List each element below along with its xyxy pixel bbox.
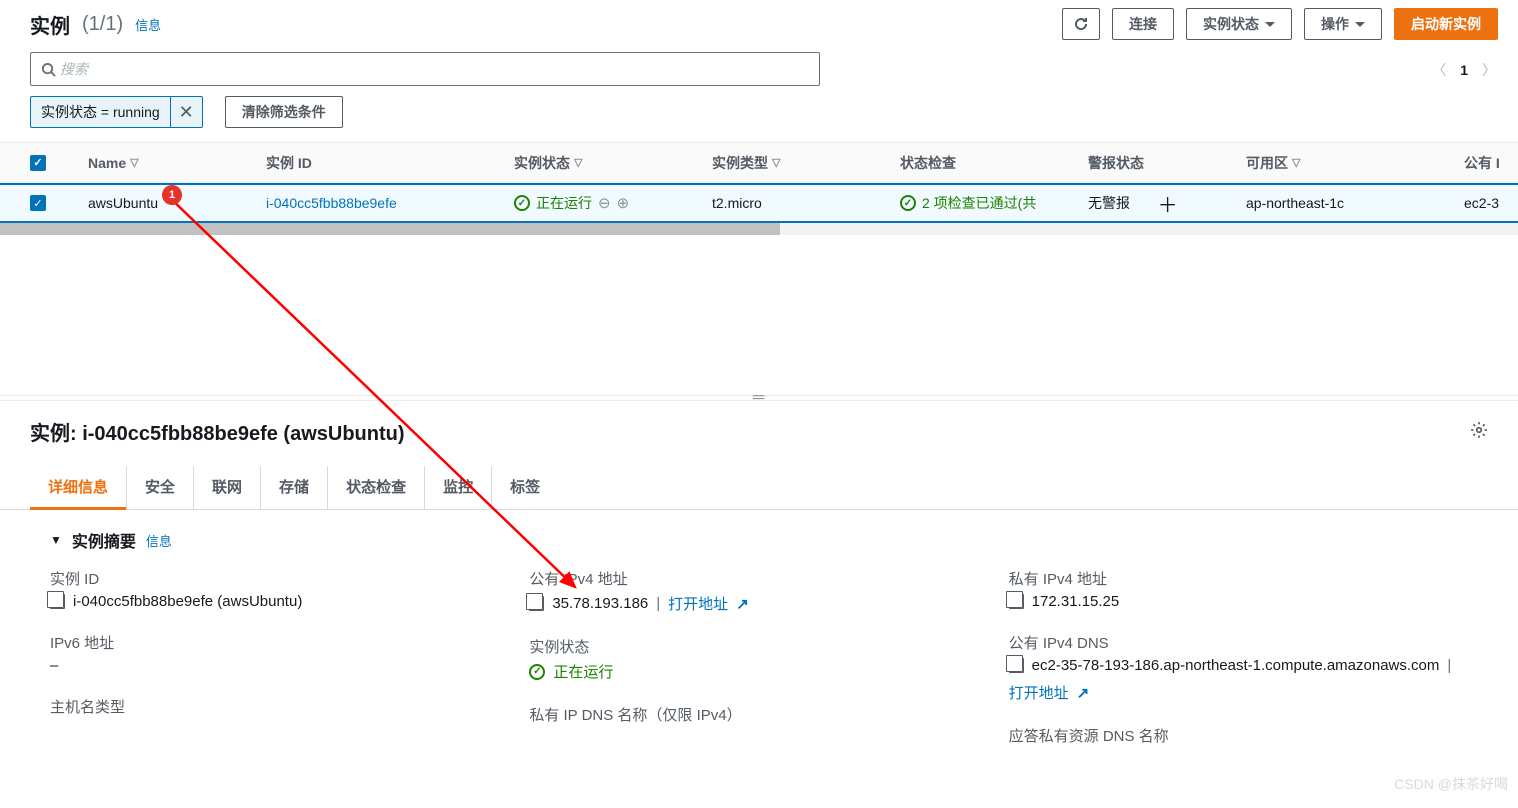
label-public-ipv4: 公有 IPv4 地址 xyxy=(529,568,988,589)
clear-filters-button[interactable]: 清除筛选条件 xyxy=(225,96,343,128)
col-type[interactable]: 实例类型▽ xyxy=(712,153,900,173)
label-public-dns: 公有 IPv4 DNS xyxy=(1009,632,1468,653)
open-address-link[interactable]: 打开地址 xyxy=(668,593,728,614)
copy-icon[interactable] xyxy=(50,594,65,609)
label-private-dns: 私有 IP DNS 名称（仅限 IPv4） xyxy=(529,704,988,725)
horizontal-scrollbar[interactable] xyxy=(0,223,1518,235)
col-status-check[interactable]: 状态检查 xyxy=(900,153,1088,173)
zoom-in-icon[interactable]: ⊕ xyxy=(617,194,630,212)
filter-chip-text: 实例状态 = running xyxy=(31,97,171,127)
detail-tabs: 详细信息 安全 联网 存储 状态检查 监控 标签 xyxy=(0,466,1518,510)
tab-storage[interactable]: 存储 xyxy=(260,466,327,509)
row-checkbox[interactable]: ✓ xyxy=(30,195,46,211)
label-ipv6: IPv6 地址 xyxy=(50,632,509,653)
copy-icon[interactable] xyxy=(529,596,544,611)
external-link-icon: ↗ xyxy=(736,595,749,613)
cell-state: 正在运行 xyxy=(536,193,592,213)
status-ok-icon: ✓ xyxy=(529,664,545,680)
caret-down-icon xyxy=(1355,22,1365,27)
col-alarm[interactable]: 警报状态 xyxy=(1088,153,1246,173)
tab-tags[interactable]: 标签 xyxy=(491,466,558,509)
external-link-icon: ↗ xyxy=(1077,684,1090,702)
select-all-checkbox[interactable]: ✓ xyxy=(30,155,46,171)
col-state[interactable]: 实例状态▽ xyxy=(514,153,712,173)
actions-menu[interactable]: 操作 xyxy=(1304,8,1382,40)
col-name[interactable]: Name▽ xyxy=(88,155,266,171)
detail-title: 实例: i-040cc5fbb88be9efe (awsUbuntu) xyxy=(30,417,405,446)
cell-alarm: 无警报 xyxy=(1088,193,1130,213)
watermark: CSDN @抹茶好喝 xyxy=(1394,774,1508,794)
annotation-badge: 1 xyxy=(162,185,182,205)
grip-icon: ═ xyxy=(753,389,765,407)
label-instance-id: 实例 ID xyxy=(50,568,509,589)
settings-icon[interactable] xyxy=(1470,421,1488,442)
add-alarm-icon[interactable]: ＋ xyxy=(1158,189,1178,218)
value-instance-id: i-040cc5fbb88be9efe (awsUbuntu) xyxy=(73,593,302,610)
connect-button[interactable]: 连接 xyxy=(1112,8,1174,40)
status-ok-icon: ✓ xyxy=(900,195,916,211)
tab-details[interactable]: 详细信息 xyxy=(30,466,126,510)
col-public[interactable]: 公有 I xyxy=(1464,153,1518,173)
tab-monitoring[interactable]: 监控 xyxy=(424,466,491,509)
status-ok-icon: ✓ xyxy=(514,195,530,211)
value-private-ipv4: 172.31.15.25 xyxy=(1032,593,1120,610)
tab-security[interactable]: 安全 xyxy=(126,466,193,509)
summary-heading: 实例摘要 xyxy=(72,528,136,552)
page-title: 实例 xyxy=(30,10,70,39)
prev-page[interactable]: 〈 xyxy=(1432,60,1446,80)
cell-instance-id[interactable]: i-040cc5fbb88be9efe xyxy=(266,195,397,211)
instance-count: (1/1) xyxy=(82,13,123,36)
refresh-button[interactable] xyxy=(1062,8,1100,40)
table-header: ✓ Name▽ 实例 ID 实例状态▽ 实例类型▽ 状态检查 警报状态 可用区▽… xyxy=(0,143,1518,183)
launch-instance-button[interactable]: 启动新实例 xyxy=(1394,8,1498,40)
page-number: 1 xyxy=(1460,62,1468,78)
filter-chip[interactable]: 实例状态 = running ✕ xyxy=(30,96,203,128)
next-page[interactable]: 〉 xyxy=(1482,60,1496,80)
copy-icon[interactable] xyxy=(1009,594,1024,609)
search-box[interactable] xyxy=(30,52,820,86)
value-state: 正在运行 xyxy=(553,661,613,682)
col-az[interactable]: 可用区▽ xyxy=(1246,153,1464,173)
caret-down-icon xyxy=(1265,22,1275,27)
label-hostname-type: 主机名类型 xyxy=(50,696,509,717)
table-row[interactable]: ✓ awsUbuntu i-040cc5fbb88be9efe ✓ 正在运行 ⊖… xyxy=(0,183,1518,223)
collapse-icon[interactable]: ▼ xyxy=(50,533,62,547)
value-ipv6: – xyxy=(50,657,509,674)
label-state: 实例状态 xyxy=(529,636,988,657)
value-public-ipv4: 35.78.193.186 xyxy=(552,595,648,612)
cell-type: t2.micro xyxy=(712,195,900,211)
search-input[interactable] xyxy=(60,61,809,77)
label-private-ipv4: 私有 IPv4 地址 xyxy=(1009,568,1468,589)
cell-public: ec2-3 xyxy=(1464,195,1518,211)
info-link[interactable]: 信息 xyxy=(135,15,161,34)
tab-status-checks[interactable]: 状态检查 xyxy=(327,466,424,509)
value-public-dns: ec2-35-78-193-186.ap-northeast-1.compute… xyxy=(1032,657,1440,674)
pager: 〈 1 〉 xyxy=(1432,60,1496,80)
remove-filter-icon[interactable]: ✕ xyxy=(171,102,202,123)
cell-az: ap-northeast-1c xyxy=(1246,195,1464,211)
open-address-link[interactable]: 打开地址 xyxy=(1009,682,1069,703)
search-icon xyxy=(41,62,56,77)
summary-info-link[interactable]: 信息 xyxy=(146,531,172,550)
col-id[interactable]: 实例 ID xyxy=(266,153,514,173)
label-answer-dns: 应答私有资源 DNS 名称 xyxy=(1009,725,1468,746)
zoom-out-icon[interactable]: ⊖ xyxy=(598,194,611,212)
copy-icon[interactable] xyxy=(1009,658,1024,673)
instance-state-menu[interactable]: 实例状态 xyxy=(1186,8,1292,40)
cell-status-check: 2 项检查已通过(共 xyxy=(922,193,1036,213)
tab-networking[interactable]: 联网 xyxy=(193,466,260,509)
